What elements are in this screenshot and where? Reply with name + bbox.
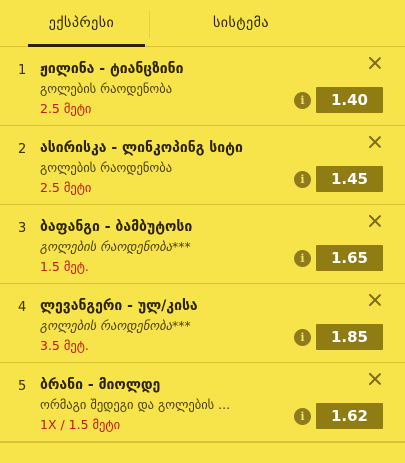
slip-footer [0,442,405,463]
info-icon[interactable]: i [294,408,311,425]
bet-pick: 1X / 1.5 მეტი [40,417,121,432]
tab-system-label: სისტემა [212,15,270,31]
bet-number: 1 [18,63,27,78]
bet-pick: 2.5 მეტი [40,180,92,195]
odd-button[interactable]: 1.45 [316,166,383,192]
bet-item: 3 ბაფანგი - ბამბუტოსი გოლების რაოდენობა*… [0,205,405,284]
bet-market: გოლების რაოდენობა [40,160,173,175]
bet-pick: 3.5 მეტ. [40,338,89,353]
bet-slip-tabs: ექსპრესი სისტემა [0,0,405,47]
bet-market: გოლების რაოდენობა*** [40,239,191,254]
info-icon[interactable]: i [294,92,311,109]
bet-list: 1 ჟილინა - ტიანცზინი გოლების რაოდენობა 2… [0,47,405,442]
bet-teams: ასირისკა - ლინკოპინგ სიტი [40,140,243,156]
bet-teams: ბრანი - მიოლდე [40,377,161,393]
bet-market: გოლების რაოდენობა [40,81,173,96]
tab-divider [149,11,150,38]
close-icon[interactable] [368,372,382,386]
bet-teams: ლევანგერი - ულ/კისა [40,298,198,314]
odd-button[interactable]: 1.40 [316,87,383,113]
close-icon[interactable] [368,293,382,307]
bet-item: 2 ასირისკა - ლინკოპინგ სიტი გოლების რაოდ… [0,126,405,205]
bet-pick: 2.5 მეტი [40,101,92,116]
bet-item: 5 ბრანი - მიოლდე ორმაგი შედეგი და გოლები… [0,363,405,442]
tab-express[interactable]: ექსპრესი [18,0,145,47]
bet-market: ორმაგი შედეგი და გოლების ... [40,397,231,412]
close-icon[interactable] [368,135,382,149]
info-icon[interactable]: i [294,250,311,267]
close-icon[interactable] [368,214,382,228]
bet-number: 3 [18,221,27,236]
bet-teams: ბაფანგი - ბამბუტოსი [40,219,193,235]
odd-button[interactable]: 1.62 [316,403,383,429]
bet-teams: ჟილინა - ტიანცზინი [40,61,184,77]
close-icon[interactable] [368,56,382,70]
odd-button[interactable]: 1.65 [316,245,383,271]
bet-number: 5 [18,379,27,394]
odd-button[interactable]: 1.85 [316,324,383,350]
bet-item: 4 ლევანგერი - ულ/კისა გოლების რაოდენობა*… [0,284,405,363]
info-icon[interactable]: i [294,171,311,188]
bet-item: 1 ჟილინა - ტიანცზინი გოლების რაოდენობა 2… [0,47,405,126]
bet-number: 4 [18,300,27,315]
tab-express-label: ექსპრესი [48,15,115,31]
bet-number: 2 [18,142,27,157]
info-icon[interactable]: i [294,329,311,346]
bet-market: გოლების რაოდენობა*** [40,318,191,333]
bet-pick: 1.5 მეტ. [40,259,89,274]
tab-system[interactable]: სისტემა [171,0,311,46]
